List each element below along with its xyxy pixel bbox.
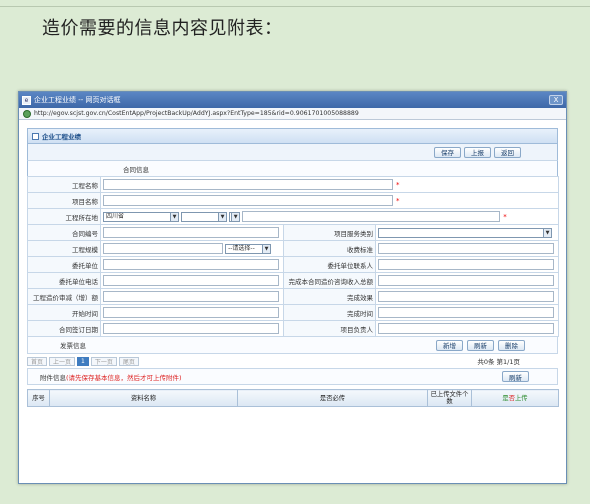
scale-label: 工程规模 xyxy=(27,240,101,257)
col-seq: 序号 xyxy=(27,389,50,407)
client-phone-label: 委托单位电话 xyxy=(27,272,101,289)
contract-no-label: 合同编号 xyxy=(27,224,101,241)
first-page-button[interactable]: 首页 xyxy=(27,356,48,366)
close-button[interactable]: X xyxy=(549,95,563,105)
contract-section-title: 合同信息 xyxy=(27,160,558,176)
service-type-select[interactable]: ▼ xyxy=(378,227,552,238)
location-label: 工程所在地 xyxy=(27,208,101,225)
fee-standard-label: 收费标准 xyxy=(283,240,376,257)
amount-input[interactable] xyxy=(103,291,279,302)
document-heading: 造价需要的信息内容见附表： xyxy=(42,18,283,39)
item-name-input[interactable] xyxy=(103,195,393,206)
prev-page-button[interactable]: 上一页 xyxy=(49,356,76,366)
required-mark: * xyxy=(396,180,400,189)
contract-form: 工程名称 * 项目名称 * 工程所在地 四川省 ▼ ▼ ▼ * 合同编号 项目服务… xyxy=(27,176,559,337)
dialog-titlebar: e 企业工程业绩 -- 网页对话框 X xyxy=(19,92,566,108)
form-toolbar: 保存 上报 返回 xyxy=(27,144,558,160)
page-icon: e xyxy=(22,95,31,105)
required-mark: * xyxy=(396,196,400,205)
address-url[interactable]: http://egov.scjst.gov.cn/CostEntApp/Proj… xyxy=(34,110,359,117)
province-select[interactable]: 四川省 ▼ xyxy=(103,211,179,222)
project-name-label: 工程名称 xyxy=(27,176,101,193)
scale-unit-select[interactable]: --请选择-- ▼ xyxy=(225,243,272,254)
fee-standard-input[interactable] xyxy=(378,243,554,254)
attachment-grid: 序号 资料名称 是否必传 已上传文件个数 是否上传 xyxy=(27,389,559,407)
chevron-down-icon: ▼ xyxy=(262,244,271,253)
pager: 首页 上一页 1 下一页 尾页 共0条 第1/1页 xyxy=(27,354,558,368)
chevron-down-icon: ▼ xyxy=(170,212,178,221)
chevron-down-icon: ▼ xyxy=(231,212,240,221)
client-contact-input[interactable] xyxy=(378,259,554,270)
attachment-note: (请先保存基本信息，然后才可上传附件) xyxy=(66,373,182,382)
client-input[interactable] xyxy=(103,259,279,270)
income-input[interactable] xyxy=(378,275,554,286)
invoice-bar: 发票信息 新增 刷新 删除 xyxy=(27,337,558,354)
project-name-input[interactable] xyxy=(103,179,393,190)
address-input[interactable] xyxy=(242,211,501,222)
attachment-bar: 附件信息 (请先保存基本信息，然后才可上传附件) 刷新 xyxy=(27,368,558,385)
attachment-label: 附件信息 xyxy=(40,373,66,382)
panel-title: 企业工程业绩 xyxy=(42,133,81,141)
required-mark: * xyxy=(503,212,507,221)
current-page[interactable]: 1 xyxy=(77,356,89,366)
result-label: 完成效果 xyxy=(283,288,376,305)
start-date-input[interactable] xyxy=(103,307,279,318)
delete-invoice-button[interactable]: 删除 xyxy=(498,339,525,351)
document-top-rule xyxy=(0,0,590,7)
next-page-button[interactable]: 下一页 xyxy=(90,356,117,366)
ie-globe-icon xyxy=(23,109,31,118)
form-icon xyxy=(32,132,39,140)
report-button[interactable]: 上报 xyxy=(464,146,491,158)
start-label: 开始时间 xyxy=(27,304,101,321)
col-required: 是否必传 xyxy=(237,389,428,407)
scale-input[interactable] xyxy=(103,243,223,254)
refresh-attachment-button[interactable]: 刷新 xyxy=(502,371,529,382)
pager-total: 共0条 第1/1页 xyxy=(477,358,520,366)
sign-date-label: 合同签订日期 xyxy=(27,320,101,337)
sign-date-input[interactable] xyxy=(103,323,279,334)
result-input[interactable] xyxy=(378,291,554,302)
last-page-button[interactable]: 尾页 xyxy=(118,356,139,366)
chevron-down-icon: ▼ xyxy=(543,228,551,237)
dialog-title: 企业工程业绩 -- 网页对话框 xyxy=(34,96,121,104)
client-contact-label: 委托单位联系人 xyxy=(283,256,376,273)
income-label: 完成本合同造价咨询收入总额 xyxy=(283,272,376,289)
address-bar: http://egov.scjst.gov.cn/CostEntApp/Proj… xyxy=(19,108,566,120)
manager-label: 项目负责人 xyxy=(283,320,376,337)
county-select[interactable]: ▼ xyxy=(229,211,241,222)
client-phone-input[interactable] xyxy=(103,275,279,286)
finish-label: 完成时间 xyxy=(283,304,376,321)
manager-input[interactable] xyxy=(378,323,554,334)
amount-label: 工程造价审减（增）额 xyxy=(27,288,101,305)
invoice-label: 发票信息 xyxy=(60,342,86,350)
service-type-label: 项目服务类别 xyxy=(283,224,376,241)
finish-date-input[interactable] xyxy=(378,307,554,318)
back-button[interactable]: 返回 xyxy=(494,146,521,158)
col-doc-name: 资料名称 xyxy=(49,389,238,407)
grid-header-row: 序号 资料名称 是否必传 已上传文件个数 是否上传 xyxy=(27,389,559,407)
city-select[interactable]: ▼ xyxy=(181,211,228,222)
col-uploaded-count: 已上传文件个数 xyxy=(427,389,472,407)
panel-header: 企业工程业绩 xyxy=(27,128,558,144)
item-name-label: 项目名称 xyxy=(27,192,101,209)
col-upload-status: 是否上传 xyxy=(471,389,559,407)
refresh-invoice-button[interactable]: 刷新 xyxy=(467,339,494,351)
web-dialog-window: e 企业工程业绩 -- 网页对话框 X http://egov.scjst.go… xyxy=(18,91,567,484)
contract-no-input[interactable] xyxy=(103,227,279,238)
client-label: 委托单位 xyxy=(27,256,101,273)
add-invoice-button[interactable]: 新增 xyxy=(436,339,463,351)
page-content: 企业工程业绩 保存 上报 返回 合同信息 工程名称 * 项目名称 * 工程所在地… xyxy=(27,128,559,407)
chevron-down-icon: ▼ xyxy=(218,212,227,221)
save-button[interactable]: 保存 xyxy=(434,146,461,158)
